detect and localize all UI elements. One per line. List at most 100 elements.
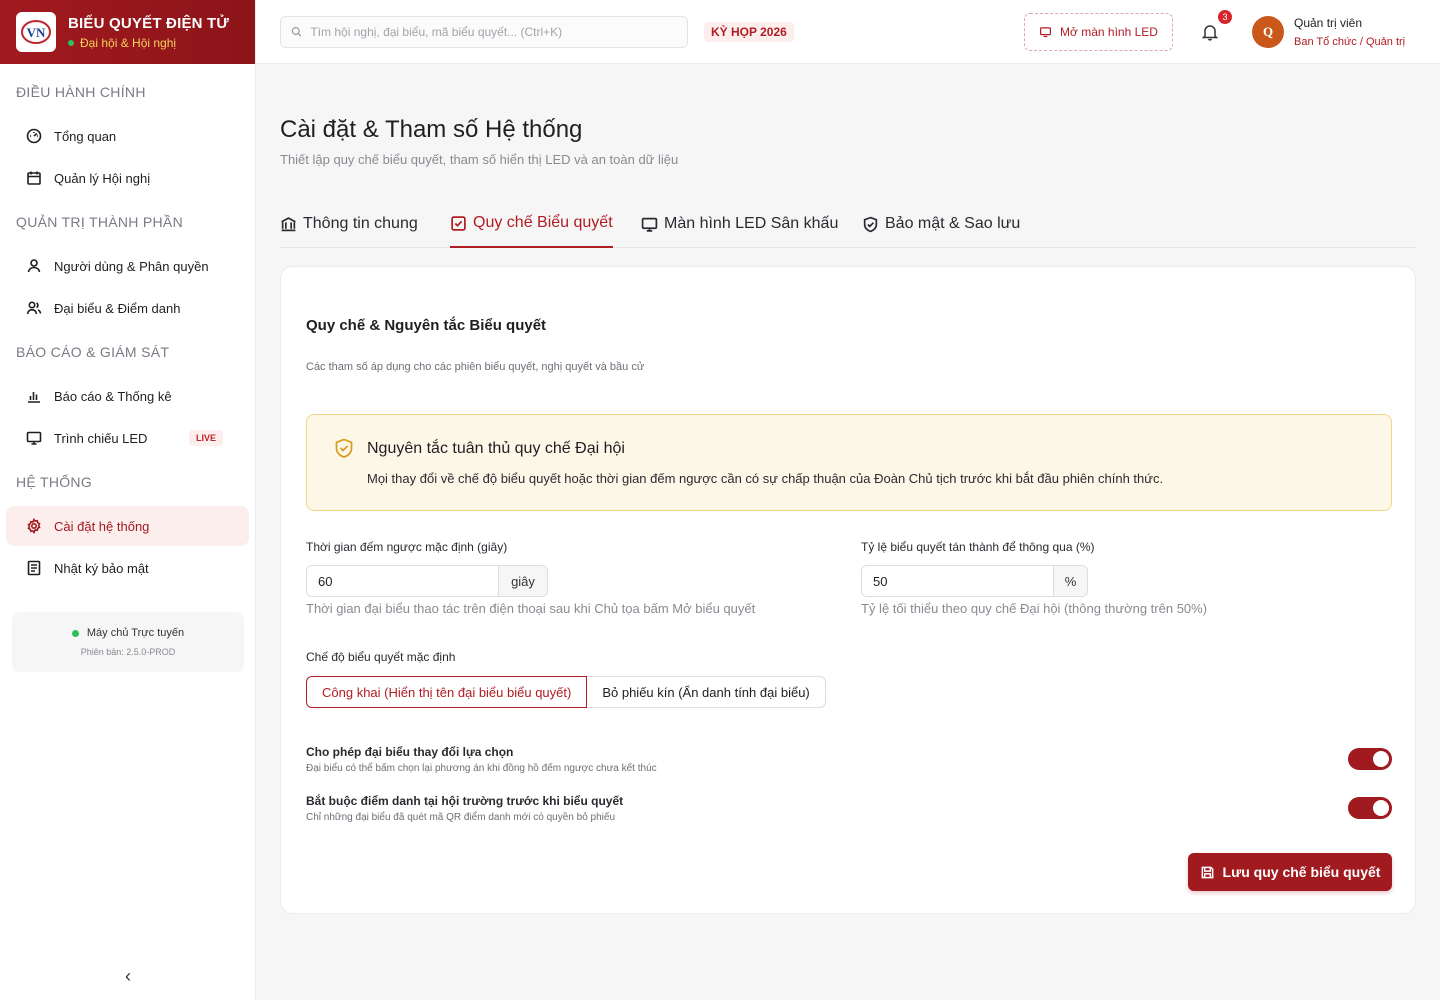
- users-icon: [26, 301, 42, 315]
- app-version: Phiên bản: 2.5.0-PROD: [80, 647, 176, 657]
- countdown-label: Thời gian đếm ngược mặc định (giây): [306, 540, 508, 554]
- card-title: Quy chế & Nguyên tắc Biểu quyết: [306, 317, 547, 334]
- sidebar-item-reports[interactable]: Báo cáo & Thống kê: [6, 376, 249, 416]
- search-input[interactable]: [310, 25, 677, 39]
- sidebar: VN BIỂU QUYẾT ĐIỆN TỬ Đại hội & Hội nghị…: [0, 0, 256, 1000]
- live-badge: LIVE: [188, 430, 223, 446]
- monitor-icon: [1040, 27, 1052, 38]
- sidebar-item-overview[interactable]: Tổng quan: [6, 116, 249, 156]
- svg-text:VN: VN: [27, 25, 46, 40]
- brand-title: BIỂU QUYẾT ĐIỆN TỬ: [68, 14, 230, 32]
- user-icon: [27, 259, 41, 273]
- save-voting-rules-button[interactable]: Lưu quy chế biểu quyết: [1188, 853, 1392, 891]
- brand-header[interactable]: VN BIỂU QUYẾT ĐIỆN TỬ Đại hội & Hội nghị: [0, 0, 255, 64]
- sidebar-item-label: Tổng quan: [54, 128, 117, 144]
- require-attendance-toggle[interactable]: [1348, 797, 1392, 819]
- checkbox-icon: [451, 215, 466, 231]
- toggle-change-title: Cho phép đại biểu thay đổi lựa chọn: [306, 745, 514, 759]
- page-subtitle: Thiết lập quy chế biểu quyết, tham số hi…: [280, 152, 679, 167]
- toggle-change-desc: Đại biểu có thể bấm chọn lại phương án k…: [306, 763, 657, 774]
- mode-secret-button[interactable]: Bỏ phiếu kín (Ẩn danh tính đại biểu): [587, 676, 826, 708]
- notice-text: Mọi thay đổi về chế độ biểu quyết hoặc t…: [367, 471, 1164, 486]
- allow-change-toggle[interactable]: [1348, 748, 1392, 770]
- monitor-icon: [641, 217, 658, 232]
- vn-logo-icon: VN: [21, 20, 51, 44]
- open-led-label: Mở màn hình LED: [1060, 25, 1158, 39]
- ratio-input-group: %: [861, 565, 1088, 597]
- tab-voting-rules[interactable]: Quy chế Biểu quyết: [450, 200, 613, 248]
- search-box[interactable]: [280, 16, 688, 48]
- sidebar-item-label: Đại biểu & Điểm danh: [54, 300, 181, 316]
- nav-section-title: BÁO CÁO & GIÁM SÁT: [16, 344, 170, 360]
- mode-label: Chế độ biểu quyết mặc định: [306, 650, 456, 664]
- voting-rules-card: Quy chế & Nguyên tắc Biểu quyết Các tham…: [280, 266, 1416, 914]
- tab-label: Quy chế Biểu quyết: [473, 214, 613, 231]
- nav-section-title: ĐIỀU HÀNH CHÍNH: [16, 84, 146, 100]
- ratio-input[interactable]: [862, 566, 1053, 596]
- server-status: Máy chủ Trực tuyến: [71, 627, 184, 639]
- sidebar-item-label: Quản lý Hội nghị: [54, 170, 151, 186]
- ratio-label: Tỷ lệ biểu quyết tán thành để thông qua …: [861, 540, 1095, 554]
- save-icon: [1201, 866, 1213, 878]
- collapse-sidebar-button[interactable]: ‹: [118, 964, 138, 988]
- online-dot: [68, 39, 74, 46]
- online-dot: [71, 629, 79, 637]
- save-button-label: Lưu quy chế biểu quyết: [1222, 864, 1381, 880]
- settings-tabs: Thông tin chung Quy chế Biểu quyết Màn h…: [280, 200, 1416, 248]
- bar-chart-icon: [28, 392, 40, 403]
- bell-icon[interactable]: [1200, 22, 1220, 42]
- search-icon: [291, 27, 302, 37]
- sidebar-item-settings[interactable]: Cài đặt hệ thống: [6, 506, 249, 546]
- sidebar-item-conferences[interactable]: Quản lý Hội nghị: [6, 158, 249, 198]
- brand-subtitle: Đại hội & Hội nghị: [68, 36, 229, 50]
- monitor-icon: [26, 431, 42, 445]
- countdown-unit: giây: [498, 566, 547, 596]
- notification-count: 3: [1218, 10, 1232, 24]
- sidebar-item-label: Người dùng & Phân quyền: [54, 258, 209, 274]
- mode-public-button[interactable]: Công khai (Hiển thị tên đại biểu biểu qu…: [306, 676, 588, 708]
- user-role: Ban Tổ chức / Quản trị: [1294, 36, 1406, 48]
- page-title: Cài đặt & Tham số Hệ thống: [280, 116, 583, 143]
- tab-label: Thông tin chung: [303, 215, 418, 232]
- card-subtitle: Các tham số áp dụng cho các phiên biểu q…: [306, 361, 645, 373]
- sidebar-item-label: Nhật ký bảo mật: [54, 560, 149, 576]
- compliance-notice: Nguyên tắc tuân thủ quy chế Đại hội Mọi …: [306, 414, 1392, 511]
- shield-check-icon: [863, 216, 878, 232]
- avatar[interactable]: Q: [1252, 16, 1284, 48]
- sidebar-item-users[interactable]: Người dùng & Phân quyền: [6, 246, 249, 286]
- voting-mode-selector: Công khai (Hiển thị tên đại biểu biểu qu…: [306, 676, 826, 708]
- tab-general[interactable]: Thông tin chung: [280, 200, 418, 248]
- gauge-icon: [26, 128, 42, 144]
- sidebar-item-led[interactable]: Trình chiếu LED LIVE: [6, 418, 249, 458]
- bank-icon: [281, 216, 296, 231]
- tab-security-backup[interactable]: Bảo mật & Sao lưu: [862, 200, 1020, 248]
- top-bar: KỲ HỌP 2026 Mở màn hình LED 3 Q Quản trị…: [256, 0, 1440, 64]
- calendar-icon: [27, 171, 41, 185]
- sidebar-item-delegates[interactable]: Đại biểu & Điểm danh: [6, 288, 249, 328]
- server-status-box: Máy chủ Trực tuyến Phiên bản: 2.5.0-PROD: [12, 612, 244, 672]
- notice-title: Nguyên tắc tuân thủ quy chế Đại hội: [367, 440, 625, 457]
- brand-logo: VN: [16, 12, 56, 52]
- countdown-help: Thời gian đại biểu thao tác trên điện th…: [306, 601, 756, 616]
- user-menu[interactable]: Quản trị viên Ban Tổ chức / Quản trị: [1294, 16, 1405, 48]
- session-badge: KỲ HỌP 2026: [704, 22, 794, 42]
- nav-section-title: QUẢN TRỊ THÀNH PHẦN: [16, 214, 183, 230]
- tab-led-screen[interactable]: Màn hình LED Sân khấu: [641, 200, 838, 248]
- nav-section-title: HỆ THỐNG: [16, 474, 93, 490]
- sidebar-item-security-log[interactable]: Nhật ký bảo mật: [6, 548, 249, 588]
- ratio-help: Tỷ lệ tối thiểu theo quy chế Đại hội (th…: [861, 601, 1208, 616]
- user-name: Quản trị viên: [1294, 16, 1363, 30]
- ratio-unit: %: [1053, 566, 1087, 596]
- tab-label: Bảo mật & Sao lưu: [885, 215, 1021, 232]
- countdown-input[interactable]: [307, 566, 498, 596]
- log-icon: [27, 560, 41, 576]
- gear-icon: [27, 518, 41, 534]
- countdown-input-group: giây: [306, 565, 548, 597]
- shield-check-icon: [335, 438, 353, 458]
- toggle-attendance-title: Bắt buộc điểm danh tại hội trường trước …: [306, 794, 624, 808]
- toggle-attendance-desc: Chỉ những đại biểu đã quét mã QR điểm da…: [306, 812, 615, 823]
- open-led-button[interactable]: Mở màn hình LED: [1024, 13, 1173, 51]
- sidebar-item-label: Cài đặt hệ thống: [54, 518, 150, 534]
- sidebar-item-label: Trình chiếu LED: [54, 430, 148, 446]
- sidebar-item-label: Báo cáo & Thống kê: [54, 388, 172, 404]
